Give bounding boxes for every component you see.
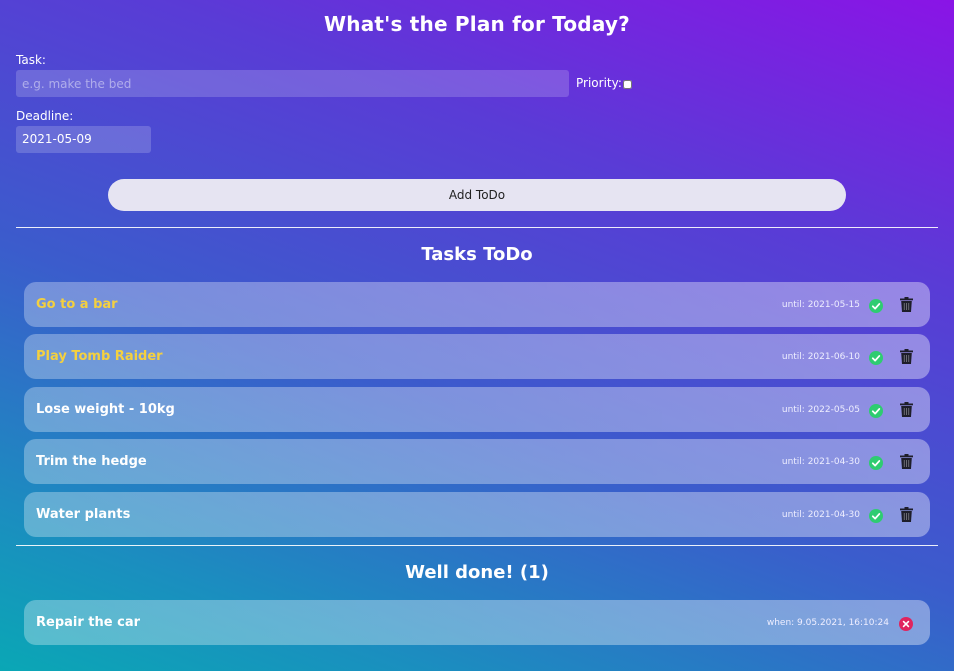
task-input[interactable] (16, 70, 569, 97)
todo-item-deadline: until: 2021-04-30 (781, 456, 860, 467)
check-circle-icon[interactable] (869, 403, 883, 418)
trash-icon[interactable] (900, 402, 913, 417)
todo-item: Water plants until: 2021-04-30 (24, 492, 930, 537)
todo-item-deadline: until: 2021-04-30 (781, 509, 860, 520)
check-circle-icon[interactable] (869, 508, 883, 523)
todo-item-deadline: until: 2021-05-15 (781, 299, 860, 310)
check-circle-icon[interactable] (869, 455, 883, 470)
done-item: Repair the car when: 9.05.2021, 16:10:24 (24, 600, 930, 645)
todo-section-title: Tasks ToDo (421, 244, 533, 265)
trash-icon[interactable] (900, 507, 913, 522)
task-label: Task: (16, 53, 46, 67)
todo-item: Trim the hedge until: 2021-04-30 (24, 439, 930, 484)
done-section-title: Well done! (1) (405, 562, 549, 583)
done-item-timestamp: when: 9.05.2021, 16:10:24 (766, 617, 889, 628)
deadline-input[interactable]: 2021-05-09 (16, 126, 151, 153)
check-circle-icon[interactable] (869, 298, 883, 313)
todo-item-deadline: until: 2021-06-10 (781, 351, 860, 362)
trash-icon[interactable] (900, 297, 913, 312)
todo-item-text: Lose weight - 10kg (36, 402, 175, 417)
remove-circle-icon[interactable] (899, 616, 913, 631)
priority-field[interactable]: Priority: (576, 76, 632, 90)
add-todo-button[interactable]: Add ToDo (108, 179, 846, 211)
todo-item-text: Go to a bar (36, 297, 118, 312)
todo-item-text: Water plants (36, 507, 131, 522)
page-title: What's the Plan for Today? (324, 12, 630, 36)
priority-checkbox[interactable] (622, 80, 632, 89)
check-circle-icon[interactable] (869, 350, 883, 365)
deadline-label: Deadline: (16, 109, 74, 123)
trash-icon[interactable] (900, 349, 913, 364)
trash-icon[interactable] (900, 454, 913, 469)
divider-bottom (16, 545, 938, 546)
todo-item: Lose weight - 10kg until: 2022-05-05 (24, 387, 930, 432)
todo-item-deadline: until: 2022-05-05 (781, 404, 860, 415)
todo-item-text: Trim the hedge (36, 454, 147, 469)
divider-top (16, 227, 938, 228)
done-item-text: Repair the car (36, 615, 140, 630)
todo-item-text: Play Tomb Raider (36, 349, 163, 364)
todo-item: Play Tomb Raider until: 2021-06-10 (24, 334, 930, 379)
priority-label: Priority: (576, 76, 622, 90)
todo-item: Go to a bar until: 2021-05-15 (24, 282, 930, 327)
